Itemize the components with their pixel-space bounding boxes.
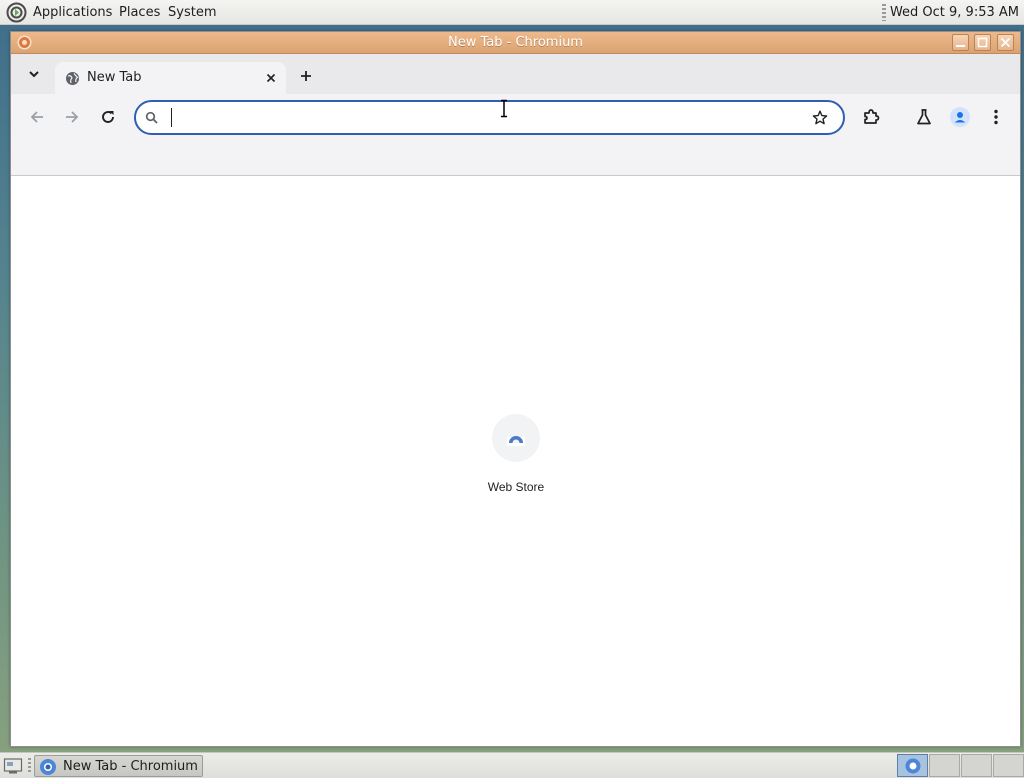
new-tab-button[interactable] [295,65,317,87]
places-menu[interactable]: Places [119,5,160,20]
arrow-right-icon [66,111,79,123]
window-title: New Tab - Chromium [448,35,583,50]
panel-separator [882,4,886,21]
text-caret [171,108,172,127]
taskbar-item-label: New Tab - Chromium [63,759,198,774]
chromium-icon [40,759,56,775]
search-icon [145,111,158,124]
extensions-button[interactable] [861,107,881,127]
flask-icon [917,109,931,125]
browser-toolbar [11,94,1020,140]
close-icon [1000,37,1011,48]
workspace-3[interactable] [961,754,992,777]
new-tab-page: Web Store [11,176,1020,746]
taskbar-item-chromium[interactable]: New Tab - Chromium [34,755,203,777]
system-menu[interactable]: System [168,5,216,20]
applications-menu[interactable]: Applications [33,5,112,20]
person-icon [950,107,970,127]
arrow-left-icon [30,111,43,123]
window-titlebar[interactable]: New Tab - Chromium [11,32,1020,54]
chromium-window: New Tab - Chromium New Tab Web Store [10,31,1021,747]
forward-button[interactable] [62,107,82,127]
bookmarks-bar [11,140,1020,176]
chevron-down-icon [29,71,39,78]
star-icon[interactable] [811,109,829,127]
web-store-icon [507,436,525,446]
desktop-icon [3,758,23,774]
show-desktop-button[interactable] [3,757,23,775]
minimize-icon [956,45,965,47]
close-window-button[interactable] [997,34,1014,51]
address-bar[interactable] [134,100,845,135]
panel-separator [28,758,31,774]
maximize-button[interactable] [974,34,991,51]
distro-logo-icon[interactable] [6,2,27,23]
maximize-icon [977,37,988,48]
kebab-menu-icon [994,109,998,125]
minimize-button[interactable] [952,34,969,51]
tab-new-tab[interactable]: New Tab [55,62,286,94]
shortcut-label: Web Store [487,480,545,494]
plus-icon [301,71,311,81]
clock[interactable]: Wed Oct 9, 9:53 AM [890,5,1019,20]
puzzle-icon [864,109,880,124]
tab-search-button[interactable] [23,63,45,85]
shortcut-web-store[interactable]: Web Store [476,414,556,494]
text-cursor-icon [501,99,507,118]
close-icon [266,73,276,83]
reload-button[interactable] [98,107,118,127]
address-input[interactable] [170,107,804,131]
workspace-1[interactable] [897,754,928,777]
workspace-4[interactable] [993,754,1024,777]
profile-button[interactable] [950,107,970,127]
back-button[interactable] [27,107,47,127]
menu-button[interactable] [986,107,1006,127]
chrome-labs-button[interactable] [914,107,934,127]
globe-icon [66,72,79,85]
workspace-2[interactable] [929,754,960,777]
chromium-icon [905,758,921,774]
tab-strip: New Tab [11,54,1020,94]
top-panel: Applications Places System Wed Oct 9, 9:… [0,0,1024,25]
reload-icon [102,111,114,123]
tab-close-button[interactable] [262,69,280,87]
shortcut-tile [492,414,540,462]
bottom-panel: New Tab - Chromium [0,752,1024,778]
tab-title: New Tab [87,70,142,85]
